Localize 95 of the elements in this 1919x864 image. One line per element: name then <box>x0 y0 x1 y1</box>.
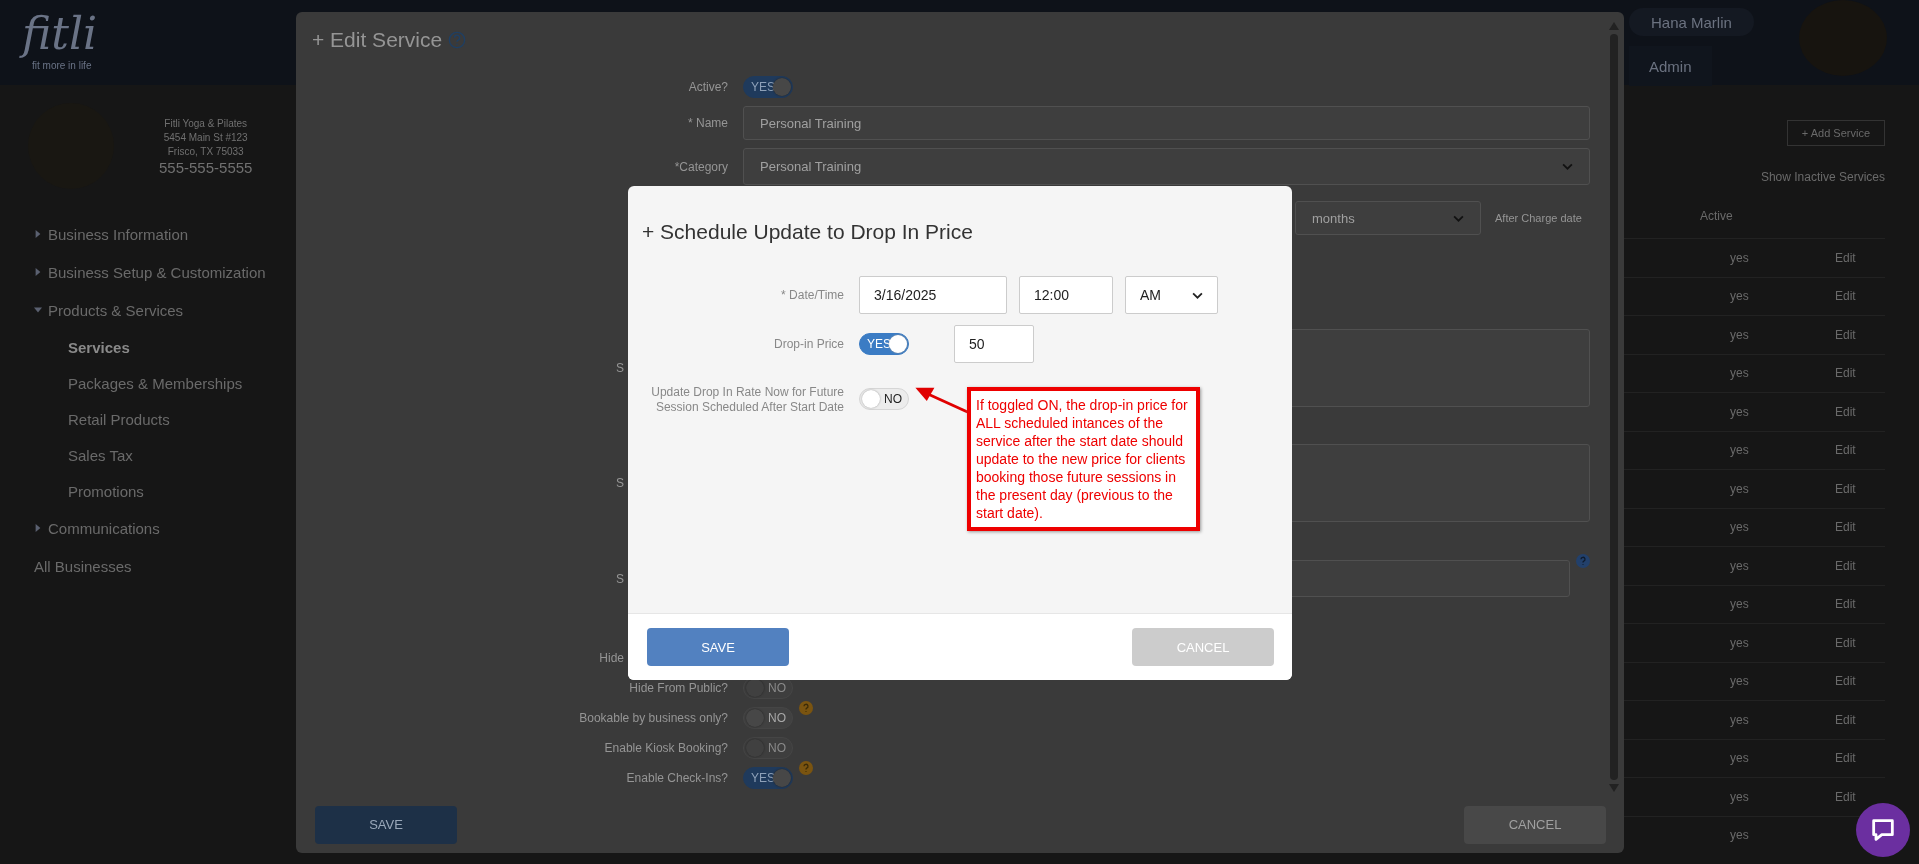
save-button[interactable]: SAVE <box>647 628 789 666</box>
table-cell-text: yes <box>1730 327 1750 342</box>
table-cell-text: yes <box>1730 404 1750 419</box>
field-label: Enable Check-Ins? <box>626 771 728 785</box>
edit-link[interactable]: Edit <box>1835 597 1885 612</box>
business-name: Fitli Yoga & Pilates <box>164 116 248 131</box>
table-cell-text: yes <box>1730 789 1750 804</box>
table-cell-text: yes <box>1730 481 1750 496</box>
name-field[interactable]: Personal Training <box>743 106 1590 140</box>
toggle-switch[interactable]: YES <box>859 333 909 355</box>
sidebar-item[interactable]: Business Setup & Customization <box>34 253 295 291</box>
toggle-switch[interactable]: NO <box>743 707 793 729</box>
edit-link[interactable]: Edit <box>1835 366 1885 381</box>
sidebar-subitem[interactable]: Sales Tax <box>34 437 295 473</box>
sidebar-item[interactable]: Products & Services <box>34 291 295 329</box>
sidebar-item[interactable]: Communications <box>34 509 295 547</box>
field-label: Active? <box>688 80 728 94</box>
date-field[interactable]: 3/16/2025 <box>859 276 1007 314</box>
edit-link[interactable]: Edit <box>1835 751 1885 766</box>
edit-link[interactable]: Edit <box>1835 327 1885 342</box>
table-cell-text: yes <box>1730 751 1750 766</box>
chat-bubble-icon <box>1869 816 1897 844</box>
field-label: S <box>616 476 624 490</box>
toggle-switch[interactable]: NO <box>859 388 909 410</box>
field-label: Hide <box>599 651 624 665</box>
field-label: Enable Kiosk Booking? <box>604 741 728 755</box>
save-button[interactable]: SAVE <box>315 805 457 844</box>
sidebar-subitem[interactable]: Packages & Memberships <box>34 365 295 401</box>
table-cell-text: yes <box>1730 443 1750 458</box>
edit-link[interactable]: Edit <box>1835 520 1885 535</box>
table-cell-text: yes <box>1730 558 1750 573</box>
chevron-icon <box>1562 163 1573 170</box>
field-label: * Name <box>688 116 728 130</box>
table-cell-text: yes <box>1730 366 1750 381</box>
chat-button[interactable] <box>1856 803 1910 857</box>
scrollbar[interactable] <box>1608 22 1620 792</box>
select-field[interactable]: Personal Training <box>743 148 1590 185</box>
scroll-up-icon[interactable] <box>1609 22 1619 30</box>
price-field[interactable]: 50 <box>954 325 1034 363</box>
edit-link[interactable]: Edit <box>1835 404 1885 419</box>
nav-tab[interactable]: Admin <box>1629 46 1712 86</box>
edit-link[interactable]: Edit <box>1835 558 1885 573</box>
edit-link[interactable]: Edit <box>1835 250 1885 265</box>
help-icon[interactable] <box>799 701 813 715</box>
edit-link[interactable]: Edit <box>1835 289 1885 304</box>
annotation-note: If toggled ON, the drop-in price for ALL scheduled intances of the service after the start date should update to the new price for clients booking those future sessions in the present day (previous to the start date). <box>967 387 1200 531</box>
edit-link[interactable]: Edit <box>1835 789 1885 804</box>
sidebar-item[interactable]: Business Information <box>34 215 295 253</box>
field-label: S <box>616 571 624 586</box>
business-address: 5454 Main St #123 <box>163 130 248 145</box>
table-cell-text: yes <box>1730 520 1750 535</box>
sidebar-subitem[interactable]: Services <box>34 329 295 365</box>
field-label: Update Drop In Rate Now for Future Session Scheduled After Start Date <box>650 385 844 415</box>
business-phone: 555-555-5555 <box>159 158 253 176</box>
field-label: *Category <box>674 159 728 174</box>
chevron-icon <box>1453 214 1464 222</box>
toggle-switch[interactable]: YES <box>743 76 793 98</box>
edit-link[interactable]: Edit <box>1835 674 1885 689</box>
table-cell-text: yes <box>1730 828 1750 843</box>
edit-link[interactable]: Edit <box>1835 481 1885 496</box>
field-label: Drop-in Price <box>772 337 844 351</box>
sidebar-subitem[interactable]: Retail Products <box>34 401 295 437</box>
toggle-switch[interactable]: YES <box>743 767 793 789</box>
table-cell-text: yes <box>1730 635 1750 650</box>
dialog-title: + Schedule Update to Drop In Price <box>642 219 974 245</box>
edit-link[interactable]: Edit <box>1835 712 1885 727</box>
field-label: S <box>616 361 624 375</box>
sidebar-subitem[interactable]: Promotions <box>34 473 295 509</box>
table-cell-text: yes <box>1730 712 1750 727</box>
scroll-down-icon[interactable] <box>1609 784 1619 792</box>
table-cell-text: yes <box>1730 674 1750 689</box>
dialog-title: + Edit Service <box>312 28 443 52</box>
field-note: After Charge date <box>1495 212 1583 224</box>
cancel-button[interactable]: CANCEL <box>1464 805 1606 844</box>
table-cell-text: yes <box>1730 289 1750 304</box>
edit-link[interactable]: Edit <box>1835 635 1885 650</box>
sidebar-item[interactable]: All Businesses <box>34 547 295 585</box>
field-label: * Date/Time <box>780 288 844 302</box>
field-label: Bookable by business only? <box>579 711 728 725</box>
chevron-icon <box>1192 291 1203 299</box>
add-service-button[interactable]: + Add Service <box>1786 120 1885 146</box>
help-icon[interactable] <box>1576 554 1590 568</box>
time-field[interactable]: 12:00 <box>1019 276 1113 314</box>
help-icon[interactable] <box>799 761 813 775</box>
select-field[interactable]: months <box>1295 201 1481 235</box>
field-label: Hide From Public? <box>629 681 728 695</box>
am-pm-select[interactable]: AM <box>1125 276 1218 314</box>
table-cell-text: yes <box>1730 250 1750 265</box>
table-cell-text: yes <box>1730 597 1750 612</box>
column-header: Active <box>1700 209 1733 223</box>
logo-tagline: fit more in life <box>32 60 92 71</box>
edit-link[interactable]: Edit <box>1835 443 1885 458</box>
business-city: Frisco, TX 75033 <box>167 144 244 159</box>
user-menu[interactable]: Hana Marlin <box>1629 8 1754 36</box>
help-icon[interactable] <box>448 31 467 49</box>
